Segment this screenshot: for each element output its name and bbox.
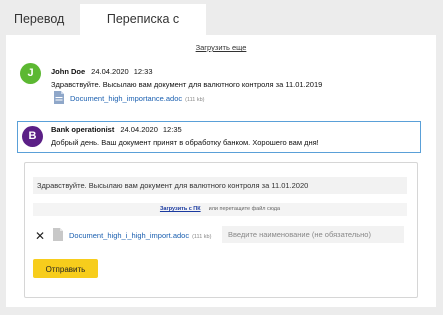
file-name: Document_high_importance.adoc [70, 94, 183, 103]
document-icon [53, 228, 63, 241]
tab-transfer[interactable]: Перевод [6, 4, 80, 35]
tab-bank-correspondence[interactable]: Переписка с банком [80, 4, 206, 57]
attached-file-link[interactable]: Document_high_importance.adoc (111 kb) [70, 94, 205, 103]
file-name: Document_high_i_high_import.adoc [69, 231, 190, 240]
tab-bar: Перевод Переписка с банком [6, 4, 206, 57]
attached-file-link[interactable]: Document_high_i_high_import.adoc (111 kb) [69, 231, 211, 240]
message-date: 24.04.2020 [120, 125, 158, 134]
file-size: (111 kb) [185, 97, 205, 103]
document-icon [54, 91, 64, 104]
message-author: John Doe [51, 67, 86, 76]
load-more-link[interactable]: Загрузить еще [6, 43, 436, 52]
send-button[interactable]: Отправить [33, 259, 98, 278]
drop-hint: или перетащите файл сюда [208, 206, 281, 212]
file-size: (111 kb) [192, 234, 212, 240]
correspondence-panel: Загрузить еще J John Doe 24.04.2020 12:33 … [6, 35, 436, 307]
avatar: B [22, 126, 43, 147]
message-text: Добрый день. Ваш документ принят в обраб… [51, 138, 319, 147]
message-date: 24.04.2020 [91, 67, 129, 76]
file-name-input[interactable]: Введите наименование (не обязательно) [222, 226, 404, 243]
message-time: 12:33 [133, 67, 153, 76]
upload-from-pc-link[interactable]: Загрузить с ПК [160, 206, 201, 212]
compose-box: Здравствуйте. Высылаю вам документ для в… [24, 162, 418, 298]
message-input[interactable]: Здравствуйте. Высылаю вам документ для в… [33, 177, 407, 194]
message-header: John Doe 24.04.2020 12:33 [51, 67, 153, 76]
message-header: Bank operationist 24.04.2020 12:35 [51, 125, 182, 134]
message-time: 12:35 [162, 125, 182, 134]
avatar: J [20, 63, 41, 84]
remove-file-icon[interactable]: ✕ [35, 230, 45, 242]
message-author: Bank operationist [51, 125, 115, 134]
file-drop-zone[interactable]: Загрузить с ПК или перетащите файл сюда [33, 203, 407, 216]
message-text: Здравствуйте. Высылаю вам документ для в… [51, 80, 323, 89]
